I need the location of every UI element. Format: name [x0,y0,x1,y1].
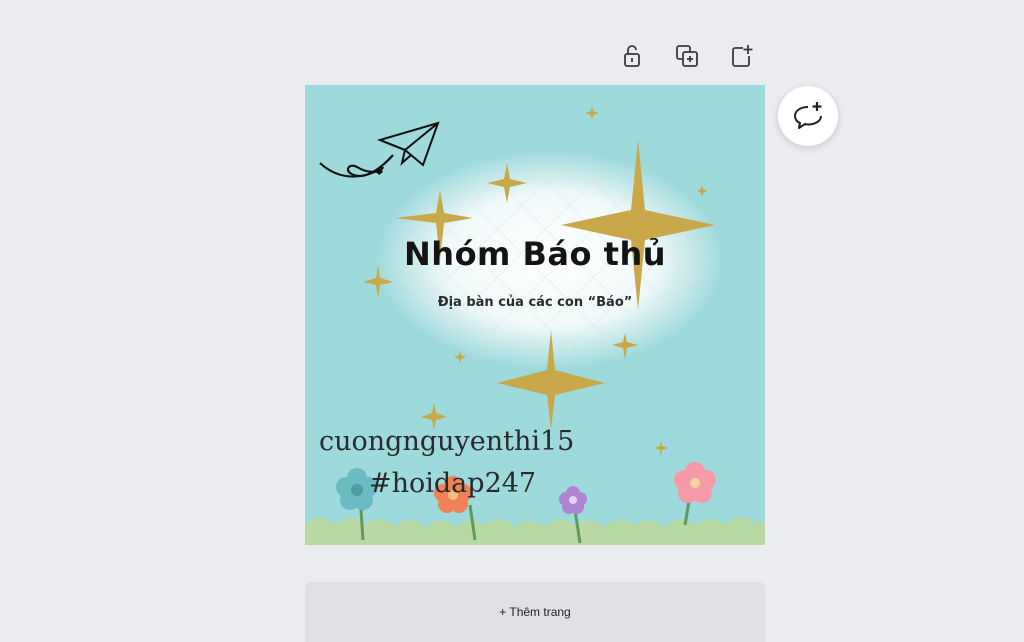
watermark-text: cuongnguyenthi15 #hoidap247 [319,421,574,505]
add-comment-button[interactable] [778,86,838,146]
design-page[interactable]: Nhóm Báo thủ Địa bàn của các con “Báo” c… [305,85,765,545]
editor-workspace: Nhóm Báo thủ Địa bàn của các con “Báo” c… [0,0,1024,642]
duplicate-page-button[interactable] [669,38,705,74]
watermark-line-2: #hoidap247 [369,468,537,499]
paper-plane-icon [319,121,440,178]
add-page-icon [732,45,753,67]
page-toolbar [614,38,760,74]
add-page-button[interactable]: + Thêm trang [305,582,765,642]
unlock-icon [624,45,640,67]
design-title[interactable]: Nhóm Báo thủ [305,235,765,273]
duplicate-page-icon [676,45,698,67]
lock-page-button[interactable] [614,38,650,74]
grass-decoration [305,516,765,545]
design-subtitle[interactable]: Địa bàn của các con “Báo” [305,295,765,310]
watermark-line-1: cuongnguyenthi15 [319,426,575,457]
add-comment-icon [794,102,822,129]
add-page-toolbar-button[interactable] [724,38,760,74]
